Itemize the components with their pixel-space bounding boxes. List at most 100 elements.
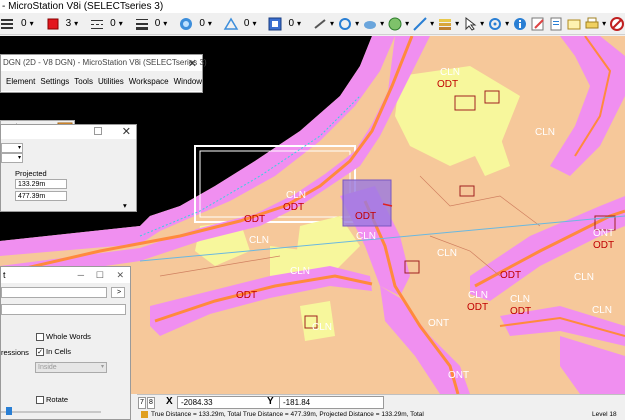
y-coordinate-field[interactable]: -181.84 [279, 396, 384, 409]
mode-dropdown[interactable]: ▾ [1, 153, 23, 163]
search-input[interactable] [1, 287, 107, 298]
microstation-app: - MicroStation V8i (SELECTseries 3) 0 ▾ … [0, 0, 625, 420]
slider-track[interactable] [1, 411, 101, 413]
transparency-group[interactable]: 0 ▾ [178, 14, 215, 34]
chevron-down-icon: ▾ [355, 19, 360, 28]
minimize-icon[interactable]: ─ [78, 267, 84, 283]
attributes-toolbar: 0 ▾ 3 ▾ 0 ▾ 0 ▾ 0 ▾ 0 ▾ 0 ▾ ▾ ▾ ▾ ▾ ▾ ▾ … [0, 13, 625, 35]
chevron-down-icon: ▾ [405, 19, 410, 28]
window-title: DGN (2D - V8 DGN) - MicroStation V8i (SE… [3, 58, 207, 67]
chevron-down-icon: ▾ [29, 19, 34, 28]
menu-workspace[interactable]: Workspace [129, 77, 169, 86]
element-class-icon [267, 16, 283, 32]
priority-value: 0 [243, 18, 250, 29]
rotate-checkbox[interactable] [36, 396, 44, 404]
map-label-cln: CLN [356, 231, 377, 242]
replace-input[interactable] [1, 304, 126, 315]
map-label-cln: CLN [249, 235, 270, 246]
info-icon[interactable] [512, 16, 528, 32]
chevron-down-icon: ▾ [100, 364, 104, 370]
chevron-down-icon: ▾ [252, 19, 257, 28]
rotate-view-icon[interactable] [337, 16, 353, 32]
view-7-button[interactable]: 7 [138, 397, 146, 409]
class-group[interactable]: 0 ▾ [267, 14, 304, 34]
find-dialog: t ─ ☐ ✕ > Whole Words ressions ✓ In Cell… [0, 266, 131, 420]
close-icon[interactable]: ✕ [188, 56, 197, 72]
chevron-down-icon: ▾ [505, 19, 510, 28]
block-icon[interactable] [609, 16, 625, 32]
status-level: Level 18 [592, 411, 617, 418]
menu-window[interactable]: Window [174, 77, 202, 86]
close-icon[interactable]: ✕ [116, 267, 124, 283]
map-label-cln: CLN [290, 266, 311, 277]
status-icon [141, 411, 148, 418]
projected-total-field[interactable]: 477.39m [15, 191, 67, 201]
map-label-odt: ODT [467, 302, 489, 313]
chevron-down-icon: ▾ [297, 19, 302, 28]
link-icon[interactable] [566, 16, 582, 32]
browse-button[interactable]: > [111, 287, 125, 298]
edit-icon[interactable] [530, 16, 546, 32]
map-label-cln: CLN [312, 322, 333, 333]
priority-icon [223, 16, 239, 32]
menu-settings[interactable]: Settings [40, 77, 69, 86]
menu-help[interactable]: Help [207, 77, 223, 86]
map-label-cln: CLN [468, 290, 489, 301]
line-weight-icon [134, 16, 150, 32]
map-label-ont: ONT [428, 318, 450, 329]
cloud-icon[interactable] [362, 16, 378, 32]
chevron-down-icon: ▾ [430, 19, 435, 28]
window-titlebar[interactable]: DGN (2D - V8 DGN) - MicroStation V8i (SE… [1, 55, 207, 72]
expressions-label: ressions [1, 348, 29, 357]
weight-group[interactable]: 0 ▾ [134, 14, 171, 34]
layers-icon[interactable] [437, 16, 453, 32]
chevron-down-icon: ▾ [455, 19, 460, 28]
menu-tools[interactable]: Tools [74, 77, 93, 86]
style-group[interactable]: 0 ▾ [89, 14, 126, 34]
map-label-odt: ODT [437, 79, 459, 90]
method-dropdown[interactable]: ▾ [1, 143, 23, 153]
coordinate-bar: 7 8 X -2084.33 Y -181.84 [137, 394, 625, 410]
chevron-down-icon: ▾ [380, 19, 385, 28]
chevron-down-icon: ▾ [330, 19, 335, 28]
rotate-label: Rotate [46, 395, 69, 404]
dialog-title: t [3, 270, 6, 280]
level-group[interactable]: 0 ▾ [0, 14, 37, 34]
whole-words-label: Whole Words [46, 332, 91, 341]
tool-icon[interactable] [312, 16, 328, 32]
in-cells-checkbox[interactable]: ✓ [36, 348, 44, 356]
menu-element[interactable]: Element [6, 77, 35, 86]
view-8-button[interactable]: 8 [147, 397, 155, 409]
x-label: X [166, 396, 173, 407]
map-label-cln: CLN [286, 190, 307, 201]
workspace-icon[interactable] [584, 16, 600, 32]
level-icon [0, 16, 16, 32]
map-label-odt: ODT [355, 211, 377, 222]
transparency-icon [178, 16, 194, 32]
snap-icon[interactable] [487, 16, 503, 32]
menu-utilities[interactable]: Utilities [98, 77, 124, 86]
map-label-odt: ODT [500, 270, 522, 281]
measure-icon[interactable] [412, 16, 428, 32]
priority-group[interactable]: 0 ▾ [223, 14, 260, 34]
map-label-ont: ONT [448, 370, 470, 381]
measure-distance-dialog: ✕ ▾ ▾ Projected 133.29m 477.39m ▾ [0, 124, 137, 212]
globe-icon[interactable] [387, 16, 403, 32]
select-icon[interactable] [462, 16, 478, 32]
close-icon[interactable]: ✕ [122, 125, 131, 138]
scope-dropdown[interactable]: Inside ▾ [35, 362, 107, 373]
dialog-titlebar[interactable]: t ─ ☐ ✕ [1, 267, 130, 283]
scope-value: Inside [38, 364, 57, 371]
map-label-cln: CLN [574, 272, 595, 283]
color-group[interactable]: 3 ▾ [45, 14, 82, 34]
projected-distance-field[interactable]: 133.29m [15, 179, 67, 189]
chevron-down-icon[interactable]: ▾ [123, 201, 127, 210]
map-label-odt: ODT [510, 306, 532, 317]
dialog-titlebar[interactable]: ✕ [1, 125, 136, 139]
slider-thumb[interactable] [6, 407, 12, 415]
whole-words-checkbox[interactable] [36, 333, 44, 341]
report-icon[interactable] [548, 16, 564, 32]
maximize-icon[interactable]: ☐ [96, 267, 104, 283]
maximize-icon[interactable] [94, 127, 102, 135]
map-label-ont: ONT [593, 228, 615, 239]
